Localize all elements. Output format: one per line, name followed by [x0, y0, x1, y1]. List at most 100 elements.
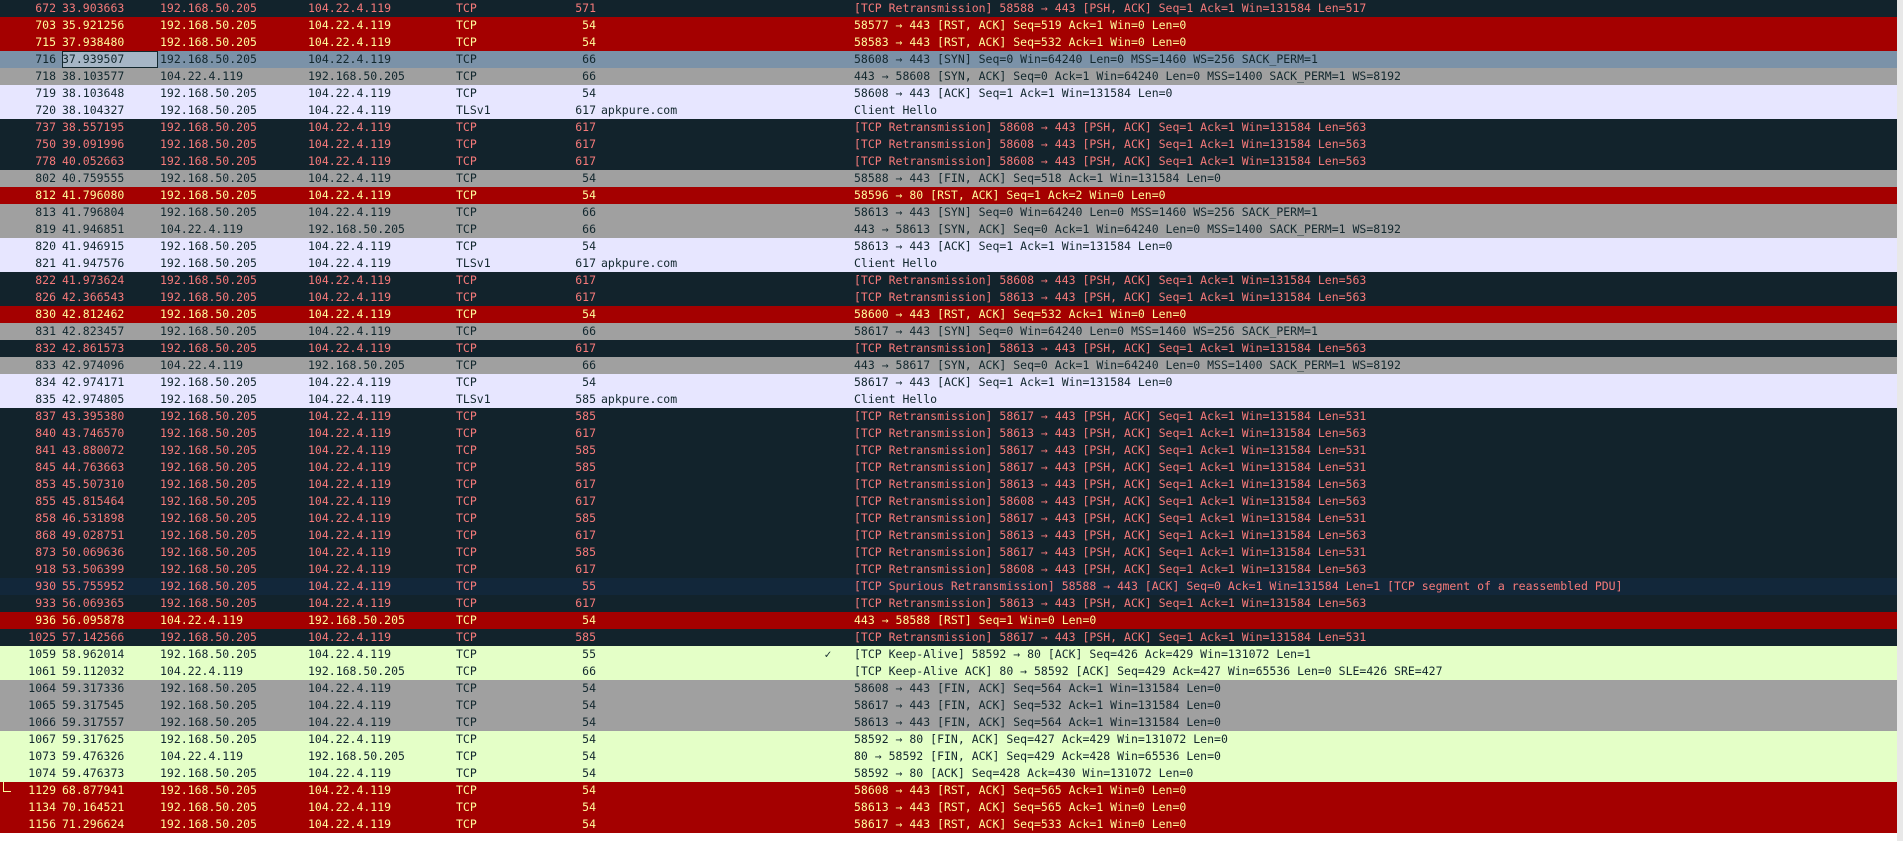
packet-destination: 104.22.4.119	[308, 205, 392, 219]
packet-row[interactable]: 1066 59.317557 192.168.50.205 104.22.4.119 T…	[0, 714, 1903, 731]
packet-row[interactable]: 1134 70.164521 192.168.50.205 104.22.4.119 T…	[0, 799, 1903, 816]
packet-row[interactable]: 835 42.974805 192.168.50.205 104.22.4.119 TL…	[0, 391, 1903, 408]
packet-row[interactable]: 672 33.903663 192.168.50.205 104.22.4.119 TC…	[0, 0, 1903, 17]
packet-length: 617	[575, 273, 596, 287]
packet-source: 104.22.4.119	[160, 69, 244, 83]
packet-number: 834	[35, 375, 56, 389]
packet-protocol: TCP	[456, 222, 477, 236]
packet-length: 54	[582, 375, 596, 389]
packet-row[interactable]: 1073 59.476326 104.22.4.119 192.168.50.205 T…	[0, 748, 1903, 765]
packet-row[interactable]: 802 40.759555 192.168.50.205 104.22.4.119 TC…	[0, 170, 1903, 187]
packet-number: 1134	[28, 800, 56, 814]
packet-row[interactable]: 813 41.796804 192.168.50.205 104.22.4.119 TC…	[0, 204, 1903, 221]
packet-protocol: TCP	[456, 579, 477, 593]
packet-source: 192.168.50.205	[160, 273, 257, 287]
packet-number: 873	[35, 545, 56, 559]
packet-row[interactable]: 832 42.861573 192.168.50.205 104.22.4.119 TC…	[0, 340, 1903, 357]
packet-number: 672	[35, 1, 56, 15]
packet-source: 192.168.50.205	[160, 511, 257, 525]
packet-length: 585	[575, 392, 596, 406]
packet-row[interactable]: 1156 71.296624 192.168.50.205 104.22.4.119 T…	[0, 816, 1903, 833]
packet-row[interactable]: 718 38.103577 104.22.4.119 192.168.50.205 TC…	[0, 68, 1903, 85]
packet-length: 54	[582, 732, 596, 746]
packet-destination: 192.168.50.205	[308, 664, 405, 678]
packet-row[interactable]: 868 49.028751 192.168.50.205 104.22.4.119 TC…	[0, 527, 1903, 544]
packet-row[interactable]: 918 53.506399 192.168.50.205 104.22.4.119 TC…	[0, 561, 1903, 578]
packet-info: [TCP Retransmission] 58613 → 443 [PSH, A…	[854, 341, 1367, 355]
packet-row[interactable]: 1074 59.476373 192.168.50.205 104.22.4.119 T…	[0, 765, 1903, 782]
packet-number: 812	[35, 188, 56, 202]
packet-row[interactable]: 930 55.755952 192.168.50.205 104.22.4.119 TC…	[0, 578, 1903, 595]
packet-length: 55	[582, 647, 596, 661]
packet-row[interactable]: 1129 68.877941 192.168.50.205 104.22.4.119 T…	[0, 782, 1903, 799]
packet-row[interactable]: 737 38.557195 192.168.50.205 104.22.4.119 TC…	[0, 119, 1903, 136]
packet-info: [TCP Retransmission] 58613 → 443 [PSH, A…	[854, 477, 1367, 491]
packet-source: 104.22.4.119	[160, 358, 244, 372]
packet-row[interactable]: 720 38.104327 192.168.50.205 104.22.4.119 TL…	[0, 102, 1903, 119]
packet-row[interactable]: 778 40.052663 192.168.50.205 104.22.4.119 TC…	[0, 153, 1903, 170]
packet-source: 192.168.50.205	[160, 154, 257, 168]
packet-info: 58588 → 443 [FIN, ACK] Seq=518 Ack=1 Win…	[854, 171, 1221, 185]
packet-row[interactable]: 703 35.921256 192.168.50.205 104.22.4.119 TC…	[0, 17, 1903, 34]
packet-source: 192.168.50.205	[160, 460, 257, 474]
packet-row[interactable]: 831 42.823457 192.168.50.205 104.22.4.119 TC…	[0, 323, 1903, 340]
packet-row[interactable]: 820 41.946915 192.168.50.205 104.22.4.119 TC…	[0, 238, 1903, 255]
packet-length: 54	[582, 749, 596, 763]
packet-row[interactable]: 716 37.939507 192.168.50.205 104.22.4.119 TC…	[0, 51, 1903, 68]
packet-row[interactable]: 840 43.746570 192.168.50.205 104.22.4.119 TC…	[0, 425, 1903, 442]
packet-row[interactable]: 1067 59.317625 192.168.50.205 104.22.4.119 T…	[0, 731, 1903, 748]
packet-row[interactable]: 750 39.091996 192.168.50.205 104.22.4.119 TC…	[0, 136, 1903, 153]
packet-length: 585	[575, 443, 596, 457]
packet-protocol: TCP	[456, 783, 477, 797]
packet-destination: 104.22.4.119	[308, 171, 392, 185]
packet-row[interactable]: 936 56.095878 104.22.4.119 192.168.50.205 TC…	[0, 612, 1903, 629]
packet-protocol: TCP	[456, 528, 477, 542]
packet-row[interactable]: 873 50.069636 192.168.50.205 104.22.4.119 TC…	[0, 544, 1903, 561]
packet-row[interactable]: 821 41.947576 192.168.50.205 104.22.4.119 TL…	[0, 255, 1903, 272]
packet-row[interactable]: 1064 59.317336 192.168.50.205 104.22.4.119 T…	[0, 680, 1903, 697]
packet-row[interactable]: 1065 59.317545 192.168.50.205 104.22.4.119 T…	[0, 697, 1903, 714]
packet-row[interactable]: 822 41.973624 192.168.50.205 104.22.4.119 TC…	[0, 272, 1903, 289]
packet-row[interactable]: 1025 57.142566 192.168.50.205 104.22.4.119 T…	[0, 629, 1903, 646]
packet-row[interactable]: 715 37.938480 192.168.50.205 104.22.4.119 TC…	[0, 34, 1903, 51]
packet-row[interactable]: 858 46.531898 192.168.50.205 104.22.4.119 TC…	[0, 510, 1903, 527]
packet-source: 104.22.4.119	[160, 222, 244, 236]
packet-row[interactable]: 841 43.880072 192.168.50.205 104.22.4.119 TC…	[0, 442, 1903, 459]
packet-time: 43.746570	[62, 426, 125, 440]
packet-row[interactable]: 837 43.395380 192.168.50.205 104.22.4.119 TC…	[0, 408, 1903, 425]
packet-number: 855	[35, 494, 56, 508]
packet-row[interactable]: 826 42.366543 192.168.50.205 104.22.4.119 TC…	[0, 289, 1903, 306]
packet-protocol: TCP	[456, 35, 477, 49]
packet-info: 58596 → 80 [RST, ACK] Seq=1 Ack=2 Win=0 …	[854, 188, 1166, 202]
packet-row[interactable]: 834 42.974171 192.168.50.205 104.22.4.119 TC…	[0, 374, 1903, 391]
packet-row[interactable]: 853 45.507310 192.168.50.205 104.22.4.119 TC…	[0, 476, 1903, 493]
packet-source: 192.168.50.205	[160, 52, 257, 66]
packet-protocol: TCP	[456, 18, 477, 32]
packet-time: 42.974096	[62, 358, 125, 372]
packet-destination: 104.22.4.119	[308, 800, 392, 814]
packet-row[interactable]: 812 41.796080 192.168.50.205 104.22.4.119 TC…	[0, 187, 1903, 204]
packet-info: [TCP Retransmission] 58617 → 443 [PSH, A…	[854, 545, 1367, 559]
packet-destination: 104.22.4.119	[308, 290, 392, 304]
packet-protocol: TCP	[456, 647, 477, 661]
packet-protocol: TCP	[456, 800, 477, 814]
packet-row[interactable]: 719 38.103648 192.168.50.205 104.22.4.119 TC…	[0, 85, 1903, 102]
packet-row[interactable]: 1061 59.112032 104.22.4.119 192.168.50.205 T…	[0, 663, 1903, 680]
packet-row[interactable]: 855 45.815464 192.168.50.205 104.22.4.119 TC…	[0, 493, 1903, 510]
packet-row[interactable]: 845 44.763663 192.168.50.205 104.22.4.119 TC…	[0, 459, 1903, 476]
packet-row[interactable]: 1059 58.962014 192.168.50.205 104.22.4.119 T…	[0, 646, 1903, 663]
packet-time: 68.877941	[62, 783, 125, 797]
packet-row[interactable]: 933 56.069365 192.168.50.205 104.22.4.119 TC…	[0, 595, 1903, 612]
vertical-scrollbar[interactable]	[1897, 0, 1903, 841]
packet-length: 54	[582, 188, 596, 202]
packet-row[interactable]: 830 42.812462 192.168.50.205 104.22.4.119 TC…	[0, 306, 1903, 323]
packet-source: 192.168.50.205	[160, 630, 257, 644]
packet-row[interactable]: 819 41.946851 104.22.4.119 192.168.50.205 TC…	[0, 221, 1903, 238]
packet-source: 192.168.50.205	[160, 1, 257, 15]
packet-info: 58608 → 443 [ACK] Seq=1 Ack=1 Win=131584…	[854, 86, 1173, 100]
packet-time: 45.507310	[62, 477, 125, 491]
packet-protocol: TCP	[456, 171, 477, 185]
packet-info: Client Hello	[854, 256, 938, 270]
packet-row[interactable]: 833 42.974096 104.22.4.119 192.168.50.205 TC…	[0, 357, 1903, 374]
packet-number: 1073	[28, 749, 56, 763]
